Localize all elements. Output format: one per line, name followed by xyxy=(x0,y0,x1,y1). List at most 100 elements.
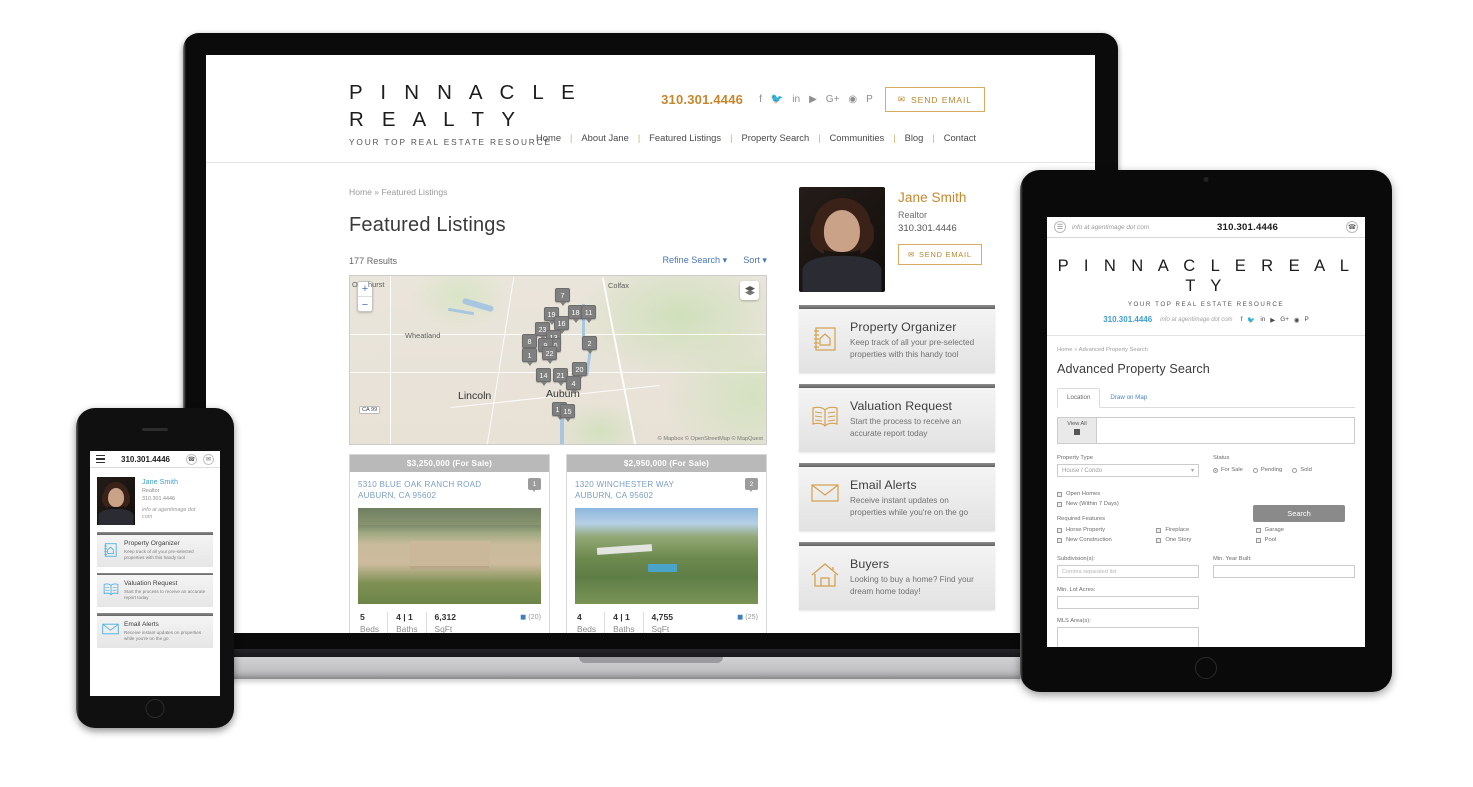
facebook-icon[interactable]: f xyxy=(1241,316,1243,324)
map-pin[interactable]: 14 xyxy=(536,368,551,386)
phone-home-button[interactable] xyxy=(145,699,165,718)
listing-price: $2,950,000 (For Sale) xyxy=(567,455,766,472)
hamburger-icon[interactable] xyxy=(96,454,105,464)
page-title: Featured Listings xyxy=(349,214,506,236)
listing-card[interactable]: $3,250,000 (For Sale) 1 5310 BLUE OAK RA… xyxy=(349,454,550,638)
nav-item-about-jane[interactable]: About Jane xyxy=(572,132,637,143)
tablet-logo[interactable]: P I N N A C L E R E A L T Y YOUR TOP REA… xyxy=(1047,238,1365,308)
property-type-select[interactable]: House / Condo ▾ xyxy=(1057,464,1199,477)
header-utility-bar: 310.301.4446 f 🐦 in ▶ G+ ◉ P ✉ SEND EMAI… xyxy=(661,87,985,112)
nav-item-contact[interactable]: Contact xyxy=(935,132,985,143)
phone-icon[interactable]: ☎ xyxy=(186,453,197,465)
map-layers-button[interactable] xyxy=(740,281,759,300)
search-button[interactable]: Search xyxy=(1253,505,1345,522)
listing-address[interactable]: 1320 WINCHESTER WAY AUBURN, CA 95602 xyxy=(575,479,758,501)
nav-item-home[interactable]: Home xyxy=(527,132,570,143)
listing-photo[interactable] xyxy=(358,508,541,604)
youtube-icon[interactable]: ▶ xyxy=(1270,316,1275,324)
tablet-email[interactable]: info at agentimage dot com xyxy=(1160,317,1232,323)
tablet-topbar-email[interactable]: info at agentimage dot com xyxy=(1072,224,1149,231)
pinterest-icon[interactable]: P xyxy=(866,94,873,105)
tab-draw-on-map[interactable]: Draw on Map xyxy=(1100,388,1157,407)
agent-name[interactable]: Jane Smith xyxy=(898,190,982,205)
tablet-screen: ☰ info at agentimage dot com 310.301.444… xyxy=(1047,217,1365,647)
map-pin[interactable]: 16 xyxy=(554,316,569,334)
googleplus-icon[interactable]: G+ xyxy=(826,94,840,105)
check-one-story[interactable]: One Story xyxy=(1156,537,1255,543)
check-pool[interactable]: Pool xyxy=(1255,537,1355,543)
googleplus-icon[interactable]: G+ xyxy=(1280,316,1289,324)
cta-description: Looking to buy a home? Find your dream h… xyxy=(850,575,974,596)
check-open-homes[interactable]: Open Homes xyxy=(1057,491,1355,497)
radio-sold[interactable]: Sold xyxy=(1292,467,1312,473)
refine-search-dropdown[interactable]: Refine Search ▾ xyxy=(662,255,727,266)
listing-card[interactable]: $2,950,000 (For Sale) 2 1320 WINCHESTER … xyxy=(566,454,767,638)
linkedin-icon[interactable]: in xyxy=(792,94,800,105)
twitter-icon[interactable]: 🐦 xyxy=(1247,316,1255,324)
check-horse-property[interactable]: Horse Property xyxy=(1057,527,1156,533)
listing-photo[interactable] xyxy=(575,508,758,604)
map-pin[interactable]: 1 xyxy=(522,348,537,366)
agent-phone[interactable]: 310.301.4446 xyxy=(898,223,982,234)
listing-address[interactable]: 5310 BLUE OAK RANCH ROAD AUBURN, CA 9560… xyxy=(358,479,541,501)
cta-email-alerts[interactable]: Email Alerts Receive instant updates on … xyxy=(97,613,213,648)
youtube-icon[interactable]: ▶ xyxy=(809,94,817,105)
radio-for-sale[interactable]: For Sale xyxy=(1213,467,1243,473)
map-zoom-out-button[interactable]: − xyxy=(358,297,372,312)
agent-email[interactable]: info at agentimage dot com xyxy=(142,507,195,521)
location-input[interactable] xyxy=(1096,417,1355,444)
agent-name[interactable]: Jane Smith xyxy=(142,477,195,486)
linkedin-icon[interactable]: in xyxy=(1260,316,1265,324)
map-pin[interactable]: 15 xyxy=(560,404,575,422)
map-pin[interactable]: 8 xyxy=(522,334,537,352)
sort-dropdown[interactable]: Sort ▾ xyxy=(743,255,767,266)
map-pin[interactable]: 4 xyxy=(566,376,581,394)
map-pin[interactable]: 7 xyxy=(555,288,570,306)
min-lot-input[interactable] xyxy=(1057,596,1199,609)
agent-phone[interactable]: 310.301.4446 xyxy=(142,496,195,502)
send-email-button[interactable]: ✉ SEND EMAIL xyxy=(884,87,985,112)
radio-pending[interactable]: Pending xyxy=(1252,467,1282,473)
mls-textarea[interactable] xyxy=(1057,627,1199,647)
subdivision-input[interactable]: Comma separated list xyxy=(1057,565,1199,578)
nav-item-blog[interactable]: Blog xyxy=(896,132,933,143)
nav-item-property-search[interactable]: Property Search xyxy=(732,132,818,143)
instagram-icon[interactable]: ◉ xyxy=(1294,316,1300,324)
cta-email-alerts[interactable]: Email Alerts Receive instant updates on … xyxy=(799,463,995,531)
nav-item-communities[interactable]: Communities xyxy=(821,132,894,143)
map-pin[interactable]: 11 xyxy=(581,305,596,323)
check-new-construction[interactable]: New Construction xyxy=(1057,537,1156,543)
map-pin[interactable]: 2 xyxy=(582,336,597,354)
nav-item-featured-listings[interactable]: Featured Listings xyxy=(640,132,730,143)
cta-property-organizer[interactable]: Property Organizer Keep track of all you… xyxy=(97,532,213,567)
view-all-button[interactable]: View All xyxy=(1057,417,1096,444)
envelope-icon[interactable]: ✉ xyxy=(203,453,214,465)
tablet-home-button[interactable] xyxy=(1195,657,1217,679)
agent-role: Realtor xyxy=(142,488,160,494)
header-phone[interactable]: 310.301.4446 xyxy=(661,92,743,107)
twitter-icon[interactable]: 🐦 xyxy=(771,94,783,105)
cta-valuation-request[interactable]: Valuation Request Start the process to r… xyxy=(799,384,995,452)
listings-map[interactable]: + − O hurst Colfax Wheatland Lincoln Aub… xyxy=(349,275,767,445)
cta-valuation-request[interactable]: Valuation Request Start the process to r… xyxy=(97,572,213,607)
facebook-icon[interactable]: f xyxy=(759,94,762,105)
tablet-phone[interactable]: 310.301.4446 xyxy=(1103,315,1152,324)
pinterest-icon[interactable]: P xyxy=(1305,316,1309,324)
tab-location[interactable]: Location xyxy=(1057,388,1101,408)
phone-topbar-phone[interactable]: 310.301.4446 xyxy=(111,455,180,464)
instagram-icon[interactable]: ◉ xyxy=(848,94,857,105)
map-pin[interactable]: 20 xyxy=(572,362,587,380)
map-route-shield: CA 99 xyxy=(359,406,381,414)
cta-buyers[interactable]: Buyers Looking to buy a home? Find your … xyxy=(799,542,995,610)
check-garage[interactable]: Garage xyxy=(1255,527,1355,533)
map-pin[interactable]: 22 xyxy=(542,346,557,364)
phone-icon[interactable]: ☎ xyxy=(1346,221,1358,233)
map-label-colfax: Colfax xyxy=(608,281,629,290)
check-fireplace[interactable]: Fireplace xyxy=(1156,527,1255,533)
tablet-topbar-phone[interactable]: 310.301.4446 xyxy=(1155,222,1340,233)
cta-property-organizer[interactable]: Property Organizer Keep track of all you… xyxy=(799,305,995,373)
hamburger-icon[interactable]: ☰ xyxy=(1054,221,1066,233)
min-year-input[interactable] xyxy=(1213,565,1355,578)
listing-sqft: 4,755 SqFt xyxy=(644,612,682,634)
agent-send-email-button[interactable]: ✉ SEND EMAIL xyxy=(898,244,982,265)
